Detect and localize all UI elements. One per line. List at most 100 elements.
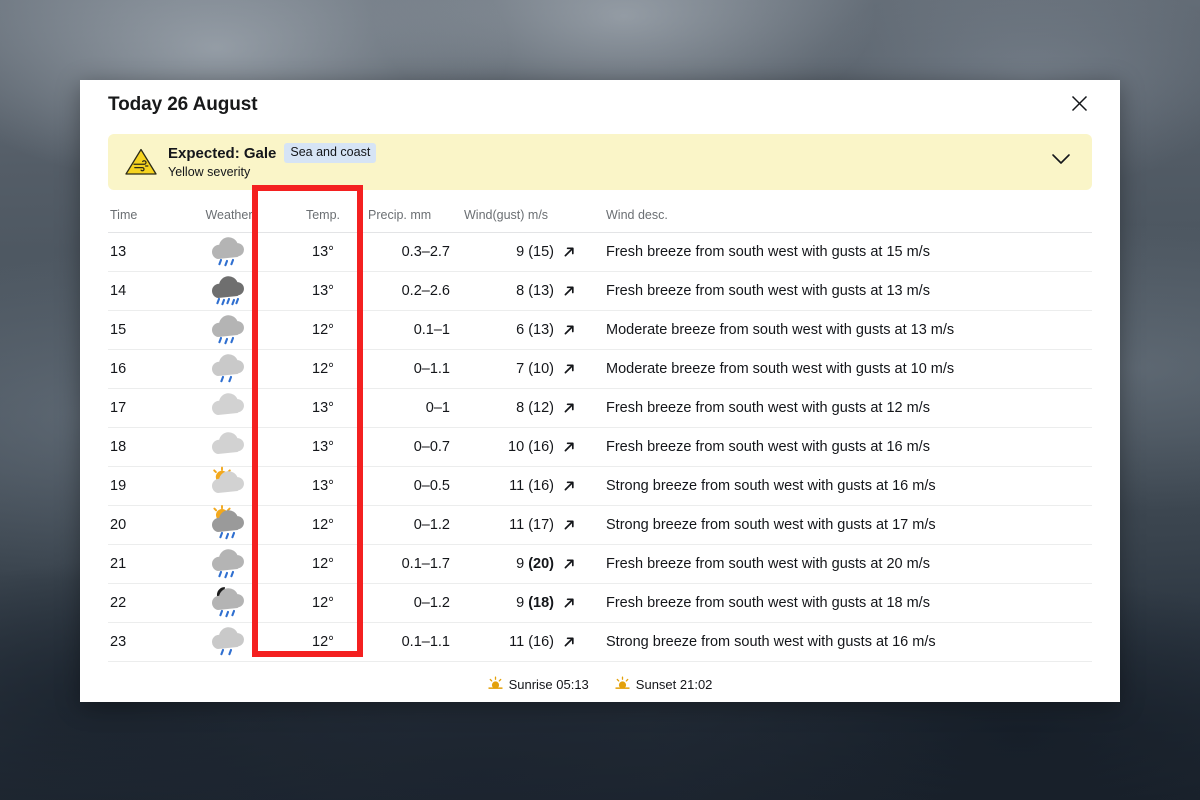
cell-weather bbox=[180, 544, 278, 584]
cell-weather bbox=[180, 388, 278, 428]
sun-cloud-icon bbox=[180, 466, 278, 505]
cell-temperature: 12° bbox=[278, 310, 368, 350]
cell-wind-description: Fresh breeze from south west with gusts … bbox=[580, 271, 1092, 311]
wind-speed-value: 10 (16) bbox=[508, 439, 554, 455]
warning-texts: Expected: Gale Sea and coast Yellow seve… bbox=[158, 143, 1044, 181]
arrow-north-east-icon bbox=[562, 635, 576, 649]
wind-speed-value: 11 (16) bbox=[509, 478, 554, 494]
cloud-rain-icon bbox=[180, 545, 278, 583]
cell-time: 21 bbox=[108, 544, 180, 584]
column-header-time: Time bbox=[108, 202, 180, 233]
sunrise-entry: Sunrise 05:13 bbox=[488, 676, 589, 693]
wind-speed-value: 8 (12) bbox=[516, 400, 554, 416]
sunset-label: Sunset 21:02 bbox=[635, 677, 713, 692]
arrow-north-east-icon bbox=[562, 362, 576, 376]
close-button[interactable] bbox=[1064, 90, 1094, 120]
column-header-temp: Temp. bbox=[278, 202, 368, 233]
cell-wind: 10 (16) bbox=[464, 427, 580, 467]
table-row[interactable]: 16 12° 0–1.1 7 (10) Moderate breeze from… bbox=[108, 349, 1092, 389]
cell-time: 14 bbox=[108, 271, 180, 311]
cell-time: 15 bbox=[108, 310, 180, 350]
cell-precipitation: 0.1–1.1 bbox=[368, 622, 464, 662]
table-row[interactable]: 14 13° 0.2–2.6 8 (13) Fresh breeze from … bbox=[108, 271, 1092, 311]
cell-precipitation: 0–1.1 bbox=[368, 349, 464, 389]
cell-time: 18 bbox=[108, 427, 180, 467]
table-row[interactable]: 21 12° 0.1–1.7 9 (20) Fresh breeze from … bbox=[108, 544, 1092, 584]
weather-warning-banner[interactable]: Expected: Gale Sea and coast Yellow seve… bbox=[108, 134, 1092, 190]
cell-weather bbox=[180, 349, 278, 389]
modal-header: Today 26 August bbox=[108, 80, 1092, 120]
cell-weather bbox=[180, 622, 278, 662]
table-row[interactable]: 23 12° 0.1–1.1 11 (16) Strong breeze fro… bbox=[108, 622, 1092, 662]
cell-temperature: 12° bbox=[278, 505, 368, 545]
cell-wind-description: Moderate breeze from south west with gus… bbox=[580, 310, 1092, 350]
cell-precipitation: 0.1–1.7 bbox=[368, 544, 464, 584]
cloud-rain-icon bbox=[180, 311, 278, 349]
cell-time: 16 bbox=[108, 349, 180, 389]
cloud-light-rain-icon bbox=[180, 623, 278, 661]
cell-precipitation: 0–1 bbox=[368, 388, 464, 428]
cloud-light-rain-icon bbox=[180, 350, 278, 388]
cell-weather bbox=[180, 310, 278, 350]
arrow-north-east-icon bbox=[562, 401, 576, 415]
warning-title: Expected: Gale bbox=[168, 144, 277, 162]
cell-temperature: 13° bbox=[278, 466, 368, 506]
sun-cloud-rain-icon bbox=[180, 505, 278, 544]
column-header-weather: Weather bbox=[180, 202, 278, 233]
cell-wind-description: Fresh breeze from south west with gusts … bbox=[580, 388, 1092, 428]
table-row[interactable]: 20 12° 0–1.2 11 (17) Strong breeze from … bbox=[108, 505, 1092, 545]
column-header-wind-desc: Wind desc. bbox=[580, 202, 1092, 233]
cell-wind: 7 (10) bbox=[464, 349, 580, 389]
cloud-icon bbox=[180, 389, 278, 427]
expand-warning-button[interactable] bbox=[1044, 153, 1078, 171]
cloud-heavy-rain-icon bbox=[180, 272, 278, 310]
forecast-modal: Today 26 August Expected: Gale Sea and c… bbox=[80, 80, 1120, 702]
arrow-north-east-icon bbox=[562, 596, 576, 610]
cell-wind: 11 (16) bbox=[464, 622, 580, 662]
cell-temperature: 12° bbox=[278, 544, 368, 584]
table-row[interactable]: 19 13° 0–0.5 11 (16) Strong breeze from … bbox=[108, 466, 1092, 506]
cell-precipitation: 0.1–1 bbox=[368, 310, 464, 350]
cell-time: 23 bbox=[108, 622, 180, 662]
wind-speed-value: 9 (18) bbox=[516, 595, 554, 611]
cell-wind: 6 (13) bbox=[464, 310, 580, 350]
table-row[interactable]: 17 13° 0–1 8 (12) Fresh breeze from sout… bbox=[108, 388, 1092, 428]
cell-temperature: 12° bbox=[278, 622, 368, 662]
cell-wind-description: Strong breeze from south west with gusts… bbox=[580, 505, 1092, 545]
sun-times: Sunrise 05:13 Sunset 21:02 bbox=[108, 676, 1092, 693]
table-header-row: Time Weather Temp. Precip. mm Wind(gust)… bbox=[108, 202, 1092, 233]
cell-wind-description: Moderate breeze from south west with gus… bbox=[580, 349, 1092, 389]
cell-weather bbox=[180, 466, 278, 506]
cell-weather bbox=[180, 427, 278, 467]
cloud-rain-icon bbox=[180, 233, 278, 271]
arrow-north-east-icon bbox=[562, 284, 576, 298]
moon-cloud-rain-icon bbox=[180, 584, 278, 622]
cell-precipitation: 0–0.5 bbox=[368, 466, 464, 506]
cell-wind: 11 (16) bbox=[464, 466, 580, 506]
cell-time: 17 bbox=[108, 388, 180, 428]
table-row[interactable]: 18 13° 0–0.7 10 (16) Fresh breeze from s… bbox=[108, 427, 1092, 467]
cell-wind: 11 (17) bbox=[464, 505, 580, 545]
column-header-wind: Wind(gust) m/s bbox=[464, 202, 580, 233]
arrow-north-east-icon bbox=[562, 245, 576, 259]
table-row[interactable]: 13 13° 0.3–2.7 9 (15) Fresh breeze from … bbox=[108, 232, 1092, 272]
cell-weather bbox=[180, 271, 278, 311]
arrow-north-east-icon bbox=[562, 518, 576, 532]
arrow-north-east-icon bbox=[562, 440, 576, 454]
cloud-icon bbox=[180, 428, 278, 466]
cell-time: 22 bbox=[108, 583, 180, 623]
cell-precipitation: 0–0.7 bbox=[368, 427, 464, 467]
sunset-entry: Sunset 21:02 bbox=[615, 676, 713, 693]
forecast-rows: 13 13° 0.3–2.7 9 (15) Fresh breeze from … bbox=[108, 232, 1092, 662]
warning-severity: Yellow severity bbox=[168, 165, 251, 179]
cell-wind: 8 (13) bbox=[464, 271, 580, 311]
cell-wind-description: Strong breeze from south west with gusts… bbox=[580, 466, 1092, 506]
cell-precipitation: 0–1.2 bbox=[368, 505, 464, 545]
close-icon bbox=[1071, 95, 1088, 115]
table-row[interactable]: 22 12° 0–1.2 9 (18) Fresh breeze from so… bbox=[108, 583, 1092, 623]
arrow-north-east-icon bbox=[562, 479, 576, 493]
sunset-icon bbox=[615, 676, 630, 693]
arrow-north-east-icon bbox=[562, 557, 576, 571]
table-row[interactable]: 15 12° 0.1–1 6 (13) Moderate breeze from… bbox=[108, 310, 1092, 350]
cell-weather bbox=[180, 232, 278, 272]
